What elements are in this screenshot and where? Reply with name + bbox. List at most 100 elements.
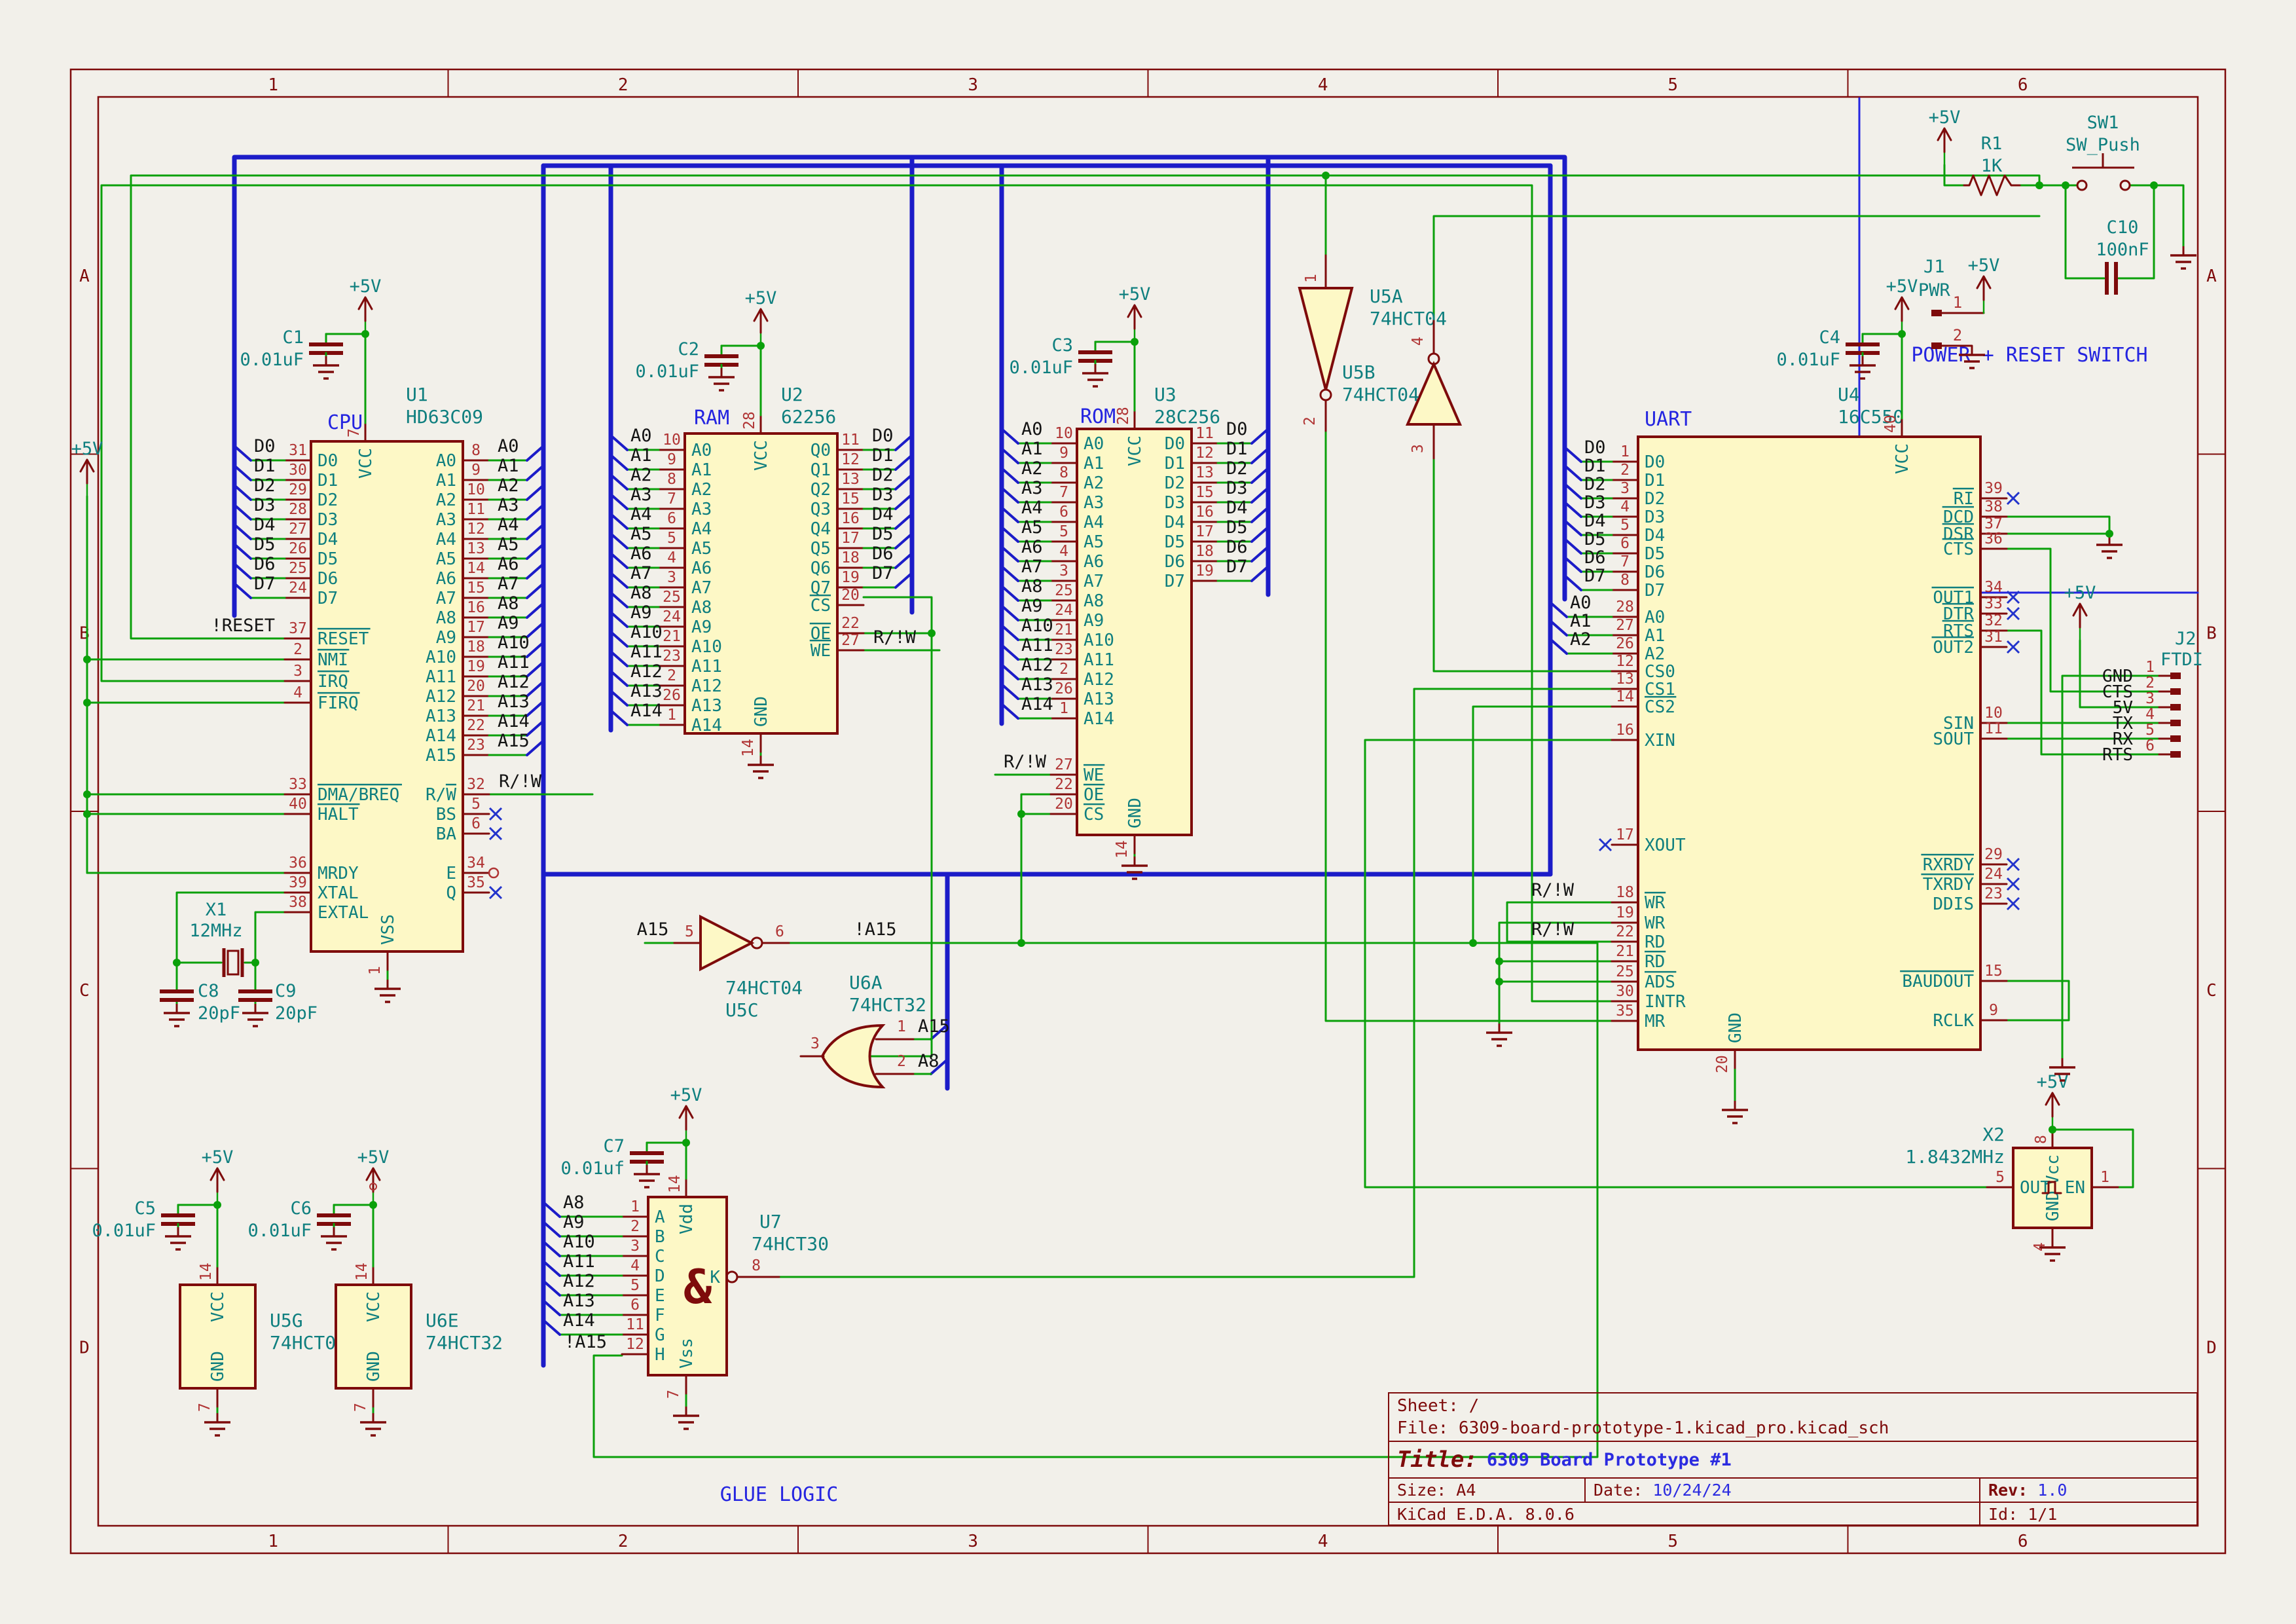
connector-pin-J2-3[interactable] <box>2170 704 2181 710</box>
value-X1[interactable]: 12MHz <box>189 921 242 941</box>
net-label-A9[interactable]: A9 <box>630 602 652 623</box>
net-label-A8[interactable]: A8 <box>498 593 519 614</box>
net-label-A11[interactable]: A11 <box>498 652 530 673</box>
bus-entry[interactable] <box>1252 566 1268 581</box>
net-label-D5[interactable]: D5 <box>872 524 894 544</box>
value-J2[interactable]: FTDI <box>2160 650 2203 670</box>
ref-C10[interactable]: C10 <box>2107 217 2139 238</box>
bus-entry[interactable] <box>611 514 627 528</box>
net-label-D7[interactable]: D7 <box>1584 566 1606 586</box>
bus-entry[interactable] <box>1252 488 1268 502</box>
net-label-A2[interactable]: A2 <box>1570 629 1592 650</box>
bus-entry[interactable] <box>527 525 543 539</box>
net-label-D0[interactable]: D0 <box>872 426 894 446</box>
ref-C8[interactable]: C8 <box>198 981 219 1001</box>
net-label-A9[interactable]: A9 <box>563 1212 585 1232</box>
net-label-D6[interactable]: D6 <box>254 554 276 574</box>
bus-entry[interactable] <box>896 534 912 548</box>
net-label-A12[interactable]: A12 <box>1021 655 1053 675</box>
net-label-D3[interactable]: D3 <box>254 495 276 515</box>
bus-entry[interactable] <box>1002 449 1018 463</box>
ref-U5G[interactable]: U5G <box>270 1310 303 1331</box>
net-label-A0[interactable]: A0 <box>498 436 519 456</box>
bus-entry[interactable] <box>1002 468 1018 483</box>
net-label-R/!W[interactable]: R/!W <box>499 771 542 792</box>
net-label-R/!W[interactable]: R/!W <box>1531 880 1575 900</box>
wire[interactable] <box>2066 185 2104 278</box>
bus-entry[interactable] <box>896 514 912 528</box>
net-label-A12[interactable]: A12 <box>563 1271 595 1291</box>
net-label-A7[interactable]: A7 <box>498 574 519 594</box>
net-label-A11[interactable]: A11 <box>1021 635 1053 655</box>
bus-entry[interactable] <box>1002 488 1018 502</box>
bus-entry[interactable] <box>1002 507 1018 522</box>
net-label-A11[interactable]: A11 <box>630 642 663 662</box>
bus-entry[interactable] <box>1002 547 1018 561</box>
bus-entry[interactable] <box>1565 484 1581 498</box>
net-label-A0[interactable]: A0 <box>1021 419 1043 439</box>
bus-entry[interactable] <box>1002 606 1018 620</box>
net-label-A6[interactable]: A6 <box>498 554 519 574</box>
bus-entry[interactable] <box>527 446 543 460</box>
block-label-ROM[interactable]: ROM <box>1080 405 1116 428</box>
bus-entry[interactable] <box>611 573 627 587</box>
block-label-UART[interactable]: UART <box>1645 408 1692 431</box>
value-C2[interactable]: 0.01uF <box>635 361 699 382</box>
bus-entry[interactable] <box>611 435 627 450</box>
bus-entry[interactable] <box>234 466 251 480</box>
net-label-A5[interactable]: A5 <box>498 534 519 555</box>
net-label-A9[interactable]: A9 <box>1021 596 1043 616</box>
bus-entry[interactable] <box>1252 449 1268 463</box>
net-label-!A15[interactable]: !A15 <box>854 919 896 940</box>
bus-entry[interactable] <box>543 1222 560 1236</box>
bus-entry[interactable] <box>1002 429 1018 443</box>
bus-entry[interactable] <box>611 612 627 627</box>
bus-entry[interactable] <box>234 564 251 578</box>
bus-entry[interactable] <box>543 1242 560 1256</box>
net-label-D0[interactable]: D0 <box>1584 437 1606 458</box>
bus-entry[interactable] <box>234 485 251 500</box>
crystal-body[interactable] <box>228 951 238 974</box>
schematic-svg[interactable]: 112233445566AABBCCDDPOWER + RESET SWITCH… <box>0 0 2296 1624</box>
ref-C5[interactable]: C5 <box>134 1198 156 1219</box>
net-label-D4[interactable]: D4 <box>872 504 894 525</box>
net-label-A3[interactable]: A3 <box>1021 478 1043 498</box>
net-label-D6[interactable]: D6 <box>872 544 894 564</box>
bus-entry[interactable] <box>234 505 251 519</box>
chip-U4[interactable] <box>1638 437 1980 1050</box>
net-label-A6[interactable]: A6 <box>1021 537 1043 557</box>
net-label-A1[interactable]: A1 <box>498 456 519 476</box>
ref-U6E[interactable]: U6E <box>426 1310 459 1331</box>
net-label-D2[interactable]: D2 <box>1226 458 1248 479</box>
ref-U5A[interactable]: 74HCT04 <box>1370 308 1447 329</box>
bus-entry[interactable] <box>896 435 912 450</box>
bus-entry[interactable] <box>527 485 543 500</box>
ref-U5B[interactable]: 74HCT04 <box>1342 384 1419 405</box>
bus-entry[interactable] <box>543 1261 560 1276</box>
net-label-D7[interactable]: D7 <box>254 574 276 594</box>
ref-J2[interactable]: J2 <box>2175 629 2196 649</box>
value-C3[interactable]: 0.01uF <box>1009 358 1073 378</box>
net-label-!RESET[interactable]: !RESET <box>211 616 275 636</box>
net-label-A0[interactable]: A0 <box>630 426 652 446</box>
bus-entry[interactable] <box>1550 602 1567 617</box>
bus-entry[interactable] <box>234 525 251 539</box>
value-J1[interactable]: PWR <box>1918 280 1951 301</box>
wire[interactable] <box>1434 216 2039 321</box>
bus-entry[interactable] <box>527 564 543 578</box>
net-label-A3[interactable]: A3 <box>498 495 519 515</box>
value-C9[interactable]: 20pF <box>275 1003 318 1024</box>
ref-C7[interactable]: C7 <box>603 1136 625 1156</box>
net-label-A15[interactable]: A15 <box>637 919 669 940</box>
resistor-R1[interactable] <box>1964 175 2020 195</box>
net-label-A2[interactable]: A2 <box>498 475 519 496</box>
net-label-D0[interactable]: D0 <box>1226 419 1248 439</box>
net-label-A0[interactable]: A0 <box>1570 593 1592 613</box>
bus-entry[interactable] <box>611 455 627 470</box>
wire[interactable] <box>1473 707 1612 943</box>
net-label-A15[interactable]: A15 <box>918 1016 950 1037</box>
bus-entry[interactable] <box>1565 576 1581 590</box>
value-R1[interactable]: 1K <box>1981 156 2003 176</box>
switch-contact[interactable] <box>2077 181 2086 190</box>
net-label-D5[interactable]: D5 <box>1584 529 1606 549</box>
